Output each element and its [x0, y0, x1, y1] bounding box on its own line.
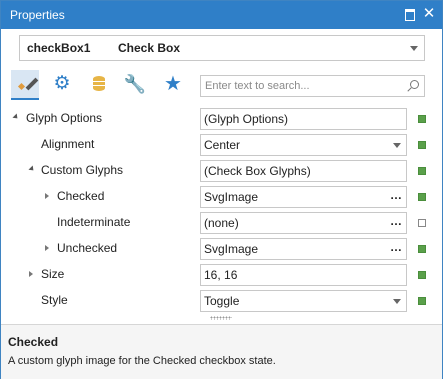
modified-marker-icon: [418, 115, 426, 123]
property-value: 16, 16: [204, 268, 238, 282]
property-label: Custom Glyphs: [41, 163, 124, 177]
modified-marker-icon: [418, 193, 426, 201]
wrench-icon[interactable]: 🔧: [121, 70, 149, 98]
property-value-field[interactable]: SvgImage …: [200, 186, 407, 208]
property-value: (none): [204, 216, 239, 230]
object-selector[interactable]: checkBox1 Check Box: [19, 35, 425, 61]
object-name: checkBox1: [27, 41, 91, 55]
property-label: Glyph Options: [26, 111, 103, 125]
window-title: Properties: [10, 8, 65, 22]
expand-closed-icon[interactable]: [45, 193, 49, 199]
property-row-unchecked[interactable]: Unchecked SvgImage …: [1, 235, 442, 261]
modified-marker-icon: [418, 297, 426, 305]
property-label: Unchecked: [57, 241, 118, 255]
description-text: A custom glyph image for the Checked che…: [8, 355, 276, 367]
description-panel: Checked A custom glyph image for the Che…: [1, 324, 442, 379]
property-row-style[interactable]: Style Toggle: [1, 287, 442, 313]
property-value: SvgImage: [204, 190, 259, 204]
property-value: Toggle: [204, 294, 240, 308]
property-value: (Glyph Options): [204, 112, 289, 126]
chevron-down-icon[interactable]: [393, 299, 401, 304]
property-row-checked[interactable]: Checked SvgImage …: [1, 183, 442, 209]
property-value-field[interactable]: (none) …: [200, 212, 407, 234]
modified-marker-icon: [418, 245, 426, 253]
property-value-field[interactable]: SvgImage …: [200, 238, 407, 260]
property-row-alignment[interactable]: Alignment Center: [1, 131, 442, 157]
title-bar[interactable]: Properties ✕: [1, 1, 442, 29]
description-title: Checked: [8, 335, 59, 349]
search-icon[interactable]: [410, 80, 419, 89]
property-value-combo[interactable]: Center: [200, 134, 407, 156]
property-value-field[interactable]: (Check Box Glyphs): [200, 160, 407, 182]
property-value-field[interactable]: (Glyph Options): [200, 108, 407, 130]
property-value-combo[interactable]: Toggle: [200, 290, 407, 312]
property-row-custom-glyphs[interactable]: Custom Glyphs (Check Box Glyphs): [1, 157, 442, 183]
property-label: Indeterminate: [57, 215, 131, 229]
expand-closed-icon[interactable]: [45, 245, 49, 251]
property-label: Style: [41, 293, 68, 307]
expand-closed-icon[interactable]: [29, 271, 33, 277]
property-row-size[interactable]: Size 16, 16: [1, 261, 442, 287]
property-value: SvgImage: [204, 242, 259, 256]
property-row-indeterminate[interactable]: Indeterminate (none) …: [1, 209, 442, 235]
ellipsis-button[interactable]: …: [390, 188, 402, 202]
database-icon[interactable]: [85, 70, 113, 98]
property-value: (Check Box Glyphs): [204, 164, 311, 178]
star-icon[interactable]: ★: [159, 70, 187, 98]
splitter-grip[interactable]: [210, 316, 232, 320]
property-grid: Glyph Options (Glyph Options) Alignment …: [1, 105, 442, 313]
search-input[interactable]: [205, 78, 395, 93]
modified-marker-icon: [418, 271, 426, 279]
property-value: Center: [204, 138, 241, 152]
chevron-down-icon[interactable]: [393, 143, 401, 148]
brush-icon[interactable]: [11, 70, 39, 100]
close-icon[interactable]: ✕: [421, 6, 437, 22]
expand-open-icon[interactable]: [12, 113, 20, 121]
property-label: Alignment: [41, 137, 95, 151]
search-box[interactable]: [200, 75, 425, 97]
properties-window: Properties ✕ checkBox1 Check Box ⚙ 🔧 ★ G…: [0, 0, 443, 379]
gears-icon[interactable]: ⚙: [48, 70, 76, 98]
maximize-icon[interactable]: [402, 6, 418, 22]
property-row-glyph-options[interactable]: Glyph Options (Glyph Options): [1, 105, 442, 131]
property-value-field[interactable]: 16, 16: [200, 264, 407, 286]
expand-open-icon[interactable]: [28, 165, 36, 173]
modified-marker-icon: [418, 141, 426, 149]
ellipsis-button[interactable]: …: [390, 240, 402, 254]
ellipsis-button[interactable]: …: [390, 214, 402, 228]
chevron-down-icon[interactable]: [410, 46, 418, 51]
object-type: Check Box: [118, 41, 181, 55]
modified-marker-icon: [418, 167, 426, 175]
property-label: Checked: [57, 189, 105, 203]
default-marker-icon: [418, 219, 426, 227]
property-label: Size: [41, 267, 65, 281]
